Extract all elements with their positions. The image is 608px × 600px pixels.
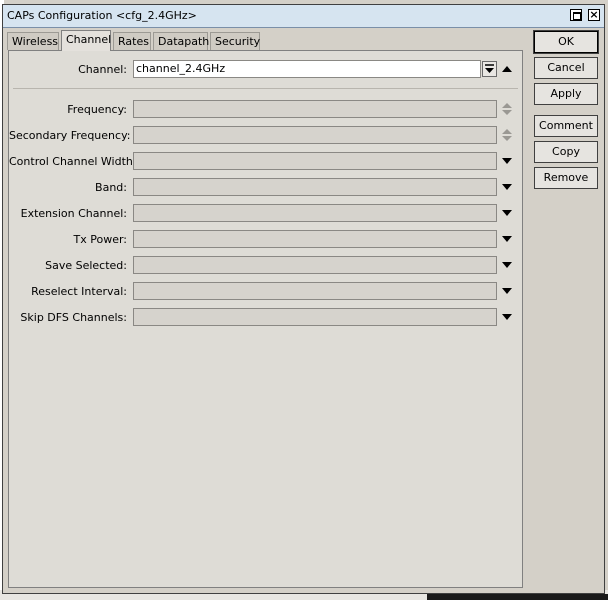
caps-configuration-window: CAPs Configuration <cfg_2.4GHz> × Wirele…: [2, 4, 605, 594]
tab-rates[interactable]: Rates: [113, 32, 151, 50]
channel-input[interactable]: channel_2.4GHz: [133, 60, 481, 78]
background-bottom-dark: [427, 594, 608, 600]
extension-channel-field[interactable]: [133, 204, 497, 222]
divider: [13, 88, 518, 89]
maximize-icon[interactable]: [570, 9, 582, 21]
extension-channel-label: Extension Channel:: [20, 207, 127, 220]
reselect-interval-field[interactable]: [133, 282, 497, 300]
reselect-interval-arrow-icon[interactable]: [502, 288, 512, 294]
secondary-frequency-label: Secondary Frequency:: [9, 129, 131, 142]
reselect-interval-label: Reselect Interval:: [31, 285, 127, 298]
control-channel-width-arrow-icon[interactable]: [502, 158, 512, 164]
tx-power-arrow-icon[interactable]: [502, 236, 512, 242]
skip-dfs-channels-label: Skip DFS Channels:: [20, 311, 127, 324]
window-title: CAPs Configuration <cfg_2.4GHz>: [7, 9, 197, 22]
save-selected-field[interactable]: [133, 256, 497, 274]
secondary-frequency-field[interactable]: [133, 126, 497, 144]
tab-security[interactable]: Security: [210, 32, 260, 50]
copy-button[interactable]: Copy: [534, 141, 598, 163]
skip-dfs-channels-field[interactable]: [133, 308, 497, 326]
title-bar[interactable]: CAPs Configuration <cfg_2.4GHz> ×: [3, 5, 604, 28]
comment-button[interactable]: Comment: [534, 115, 598, 137]
band-field[interactable]: [133, 178, 497, 196]
channel-dropdown-button[interactable]: [482, 61, 497, 77]
tab-wireless[interactable]: Wireless: [7, 32, 59, 50]
frequency-label: Frequency:: [67, 103, 127, 116]
frequency-field[interactable]: [133, 100, 497, 118]
control-channel-width-label: Control Channel Width:: [9, 155, 137, 168]
save-selected-arrow-icon[interactable]: [502, 262, 512, 268]
band-label: Band:: [95, 181, 127, 194]
cancel-button[interactable]: Cancel: [534, 57, 598, 79]
tx-power-field[interactable]: [133, 230, 497, 248]
frequency-updown-icon[interactable]: [502, 103, 512, 115]
ok-button[interactable]: OK: [533, 30, 599, 54]
apply-button[interactable]: Apply: [534, 83, 598, 105]
remove-button[interactable]: Remove: [534, 167, 598, 189]
skip-dfs-channels-arrow-icon[interactable]: [502, 314, 512, 320]
save-selected-label: Save Selected:: [45, 259, 127, 272]
collapse-arrow-icon[interactable]: [502, 66, 512, 72]
tab-datapath[interactable]: Datapath: [153, 32, 209, 50]
secondary-frequency-updown-icon[interactable]: [502, 129, 512, 141]
close-icon[interactable]: ×: [588, 9, 600, 21]
extension-channel-arrow-icon[interactable]: [502, 210, 512, 216]
channel-panel: Channel: channel_2.4GHz Frequency: Secon…: [8, 50, 523, 588]
chevron-down-icon: [485, 64, 494, 73]
band-arrow-icon[interactable]: [502, 184, 512, 190]
tab-channel[interactable]: Channel: [61, 30, 111, 51]
control-channel-width-field[interactable]: [133, 152, 497, 170]
tx-power-label: Tx Power:: [73, 233, 128, 246]
channel-label: Channel:: [78, 63, 127, 76]
